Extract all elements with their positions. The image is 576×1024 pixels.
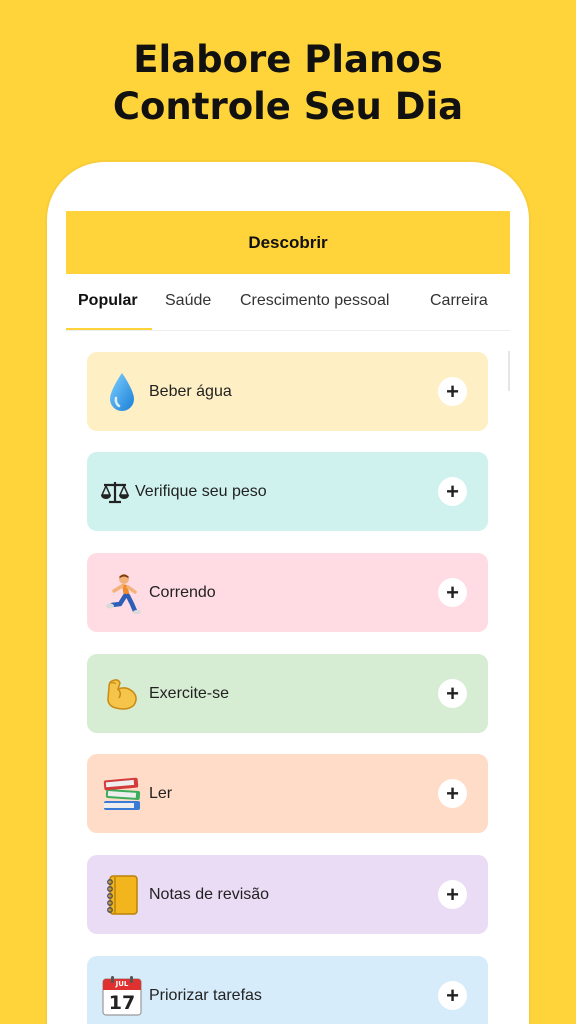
water-drop-icon (97, 367, 147, 417)
habit-label: Ler (149, 784, 173, 802)
habit-card-correndo[interactable]: Correndo + (87, 553, 488, 632)
notebook-icon (97, 870, 147, 920)
calendar-day: 17 (108, 991, 136, 1014)
habit-label: Verifique seu peso (135, 482, 267, 500)
scrollbar[interactable] (508, 351, 510, 391)
add-habit-button[interactable]: + (438, 679, 467, 708)
headline-line-1: Elabore Planos (133, 38, 443, 81)
add-habit-button[interactable]: + (438, 880, 467, 909)
habit-card-priorizar-tarefas[interactable]: JUL 17 Priorizar tarefas + (87, 956, 488, 1024)
habit-card-verifique-seu-peso[interactable]: Verifique seu peso + (87, 452, 488, 531)
add-habit-button[interactable]: + (438, 779, 467, 808)
add-habit-button[interactable]: + (438, 981, 467, 1010)
category-tabs: Popular Saúde Crescimento pessoal Carrei… (66, 274, 510, 331)
habit-card-ler[interactable]: Ler + (87, 754, 488, 833)
habit-label: Beber água (149, 382, 232, 400)
runner-icon (97, 568, 147, 618)
tab-crescimento-pessoal[interactable]: Crescimento pessoal (240, 274, 389, 330)
headline-line-2: Controle Seu Dia (112, 85, 464, 128)
app-screen: Descobrir Popular Saúde Crescimento pess… (66, 211, 510, 1024)
tab-popular[interactable]: Popular (78, 274, 138, 330)
habit-card-beber-agua[interactable]: Beber água + (87, 352, 488, 431)
habit-label: Notas de revisão (149, 885, 270, 903)
habit-card-notas-de-revisao[interactable]: Notas de revisão + (87, 855, 488, 934)
habit-label: Correndo (149, 583, 216, 601)
add-habit-button[interactable]: + (438, 477, 467, 506)
books-icon (97, 769, 147, 819)
habit-card-exercite-se[interactable]: Exercite-se + (87, 654, 488, 733)
scales-icon (97, 467, 133, 517)
headline: Elabore Planos Controle Seu Dia (0, 36, 576, 130)
add-habit-button[interactable]: + (438, 377, 467, 406)
flexed-biceps-icon (97, 669, 147, 719)
calendar-icon: JUL 17 (97, 971, 147, 1021)
tab-saude[interactable]: Saúde (165, 274, 211, 330)
add-habit-button[interactable]: + (438, 578, 467, 607)
calendar-month: JUL (115, 979, 129, 988)
app-bar: Descobrir (66, 211, 510, 274)
tab-carreira[interactable]: Carreira (430, 274, 488, 330)
page-title: Descobrir (248, 232, 328, 252)
habit-label: Priorizar tarefas (149, 986, 262, 1004)
habit-label: Exercite-se (149, 684, 230, 702)
active-tab-indicator (66, 328, 152, 330)
